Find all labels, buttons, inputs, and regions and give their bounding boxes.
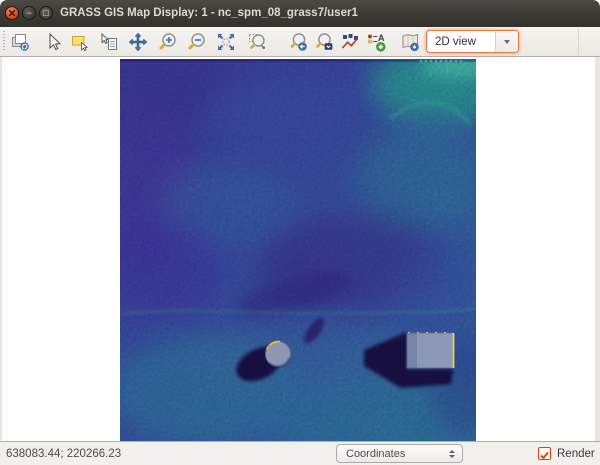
pan-button[interactable] [126,30,150,54]
elevation-raster-image [120,59,476,441]
close-icon [8,9,16,17]
pan-icon [128,32,148,52]
minimize-icon [25,9,33,17]
zoom-options-icon [314,32,334,52]
zoom-options-button[interactable] [312,30,336,54]
print-save-icon [400,32,420,52]
select-features-button[interactable] [68,30,92,54]
pointer-button[interactable] [42,30,66,54]
svg-text:A: A [378,33,385,43]
render-checkbox-label: Render [557,442,595,465]
analyze-icon [340,32,360,52]
zoom-in-button[interactable] [156,30,180,54]
print-save-button[interactable] [398,30,422,54]
view-mode-select[interactable]: 2D view [426,30,519,53]
zoom-back-icon [288,32,308,52]
render-map-icon [10,32,30,52]
render-map-button[interactable] [8,30,32,54]
maximize-button[interactable] [39,6,53,20]
zoom-extent-icon [216,32,236,52]
view-mode-value: 2D view [427,36,495,48]
minimize-button[interactable] [22,6,36,20]
toolbar-grip[interactable] [3,31,5,52]
view-mode-dropdown-button[interactable] [495,31,518,52]
maximize-icon [42,9,50,17]
checkmark-icon [539,450,550,461]
zoom-out-button[interactable] [185,30,209,54]
render-checkbox[interactable] [538,447,551,460]
zoom-back-button[interactable] [286,30,310,54]
grass-map-display-window: GRASS GIS Map Display: 1 - nc_spm_08_gra… [0,0,600,465]
zoom-extent-button[interactable] [214,30,238,54]
zoom-region-icon [247,32,267,52]
map-display-canvas[interactable] [2,57,595,441]
zoom-in-icon [158,32,178,52]
statusbar-mode-select[interactable]: Coordinates [336,444,463,463]
window-title: GRASS GIS Map Display: 1 - nc_spm_08_gra… [60,0,358,27]
select-features-icon [70,32,90,52]
toolbar-separator [578,29,579,55]
chevron-down-icon [504,40,510,47]
zoom-region-button[interactable] [245,30,269,54]
analyze-button[interactable] [338,30,362,54]
close-button[interactable] [5,6,19,20]
titlebar: GRASS GIS Map Display: 1 - nc_spm_08_gra… [0,0,600,27]
statusbar: 638083.44; 220266.23 Coordinates Render [0,441,600,465]
map-toolbar: A 2D view [0,27,600,57]
add-overlay-button[interactable]: A [364,30,388,54]
pointer-icon [44,32,64,52]
add-overlay-icon: A [366,32,386,52]
query-icon [99,32,119,52]
query-button[interactable] [97,30,121,54]
statusbar-mode-value: Coordinates [337,448,449,460]
coordinate-readout: 638083.44; 220266.23 [6,442,121,465]
spinner-icon [449,447,462,461]
zoom-out-icon [187,32,207,52]
